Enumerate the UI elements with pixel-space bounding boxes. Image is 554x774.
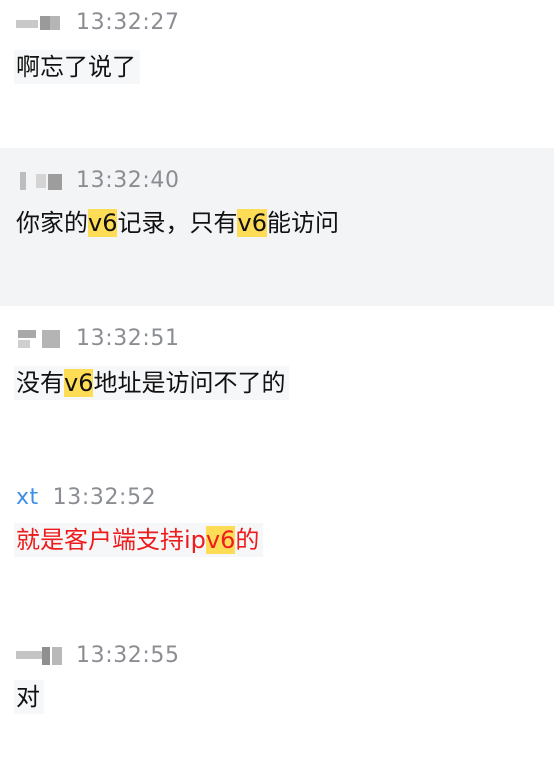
message-text: 啊忘了说了	[14, 50, 140, 84]
message-text: 你家的v6记录，只有v6能访问	[14, 206, 343, 240]
avatar	[16, 12, 64, 32]
message-timestamp: 13:32:52	[52, 484, 157, 510]
text-segment: 你家的	[16, 209, 88, 237]
chat-message[interactable]: 13:32:51 没有v6地址是访问不了的	[0, 306, 554, 466]
chat-message[interactable]: 13:32:55 对	[0, 626, 554, 774]
text-segment: 地址是访问不了的	[93, 369, 286, 397]
highlighted-keyword: v6	[64, 369, 94, 397]
avatar	[16, 170, 64, 190]
highlighted-keyword: v6	[88, 209, 118, 237]
text-segment: 就是客户端支持ip	[16, 526, 206, 554]
text-segment: 的	[235, 526, 260, 554]
message-header: 13:32:40	[16, 166, 180, 194]
message-text: 就是客户端支持ipv6的	[14, 523, 264, 557]
message-text: 没有v6地址是访问不了的	[14, 366, 290, 400]
message-timestamp: 13:32:40	[76, 167, 180, 193]
text-segment: 没有	[16, 369, 64, 397]
message-header: 13:32:27	[16, 8, 180, 36]
sender-name[interactable]: xt	[16, 485, 39, 510]
highlighted-keyword: v6	[205, 526, 236, 554]
text-segment: 对	[16, 683, 40, 711]
message-timestamp: 13:32:27	[76, 9, 180, 35]
message-timestamp: 13:32:51	[76, 325, 180, 351]
chat-message[interactable]: 13:32:27 啊忘了说了	[0, 0, 554, 148]
message-text: 对	[14, 680, 44, 714]
avatar	[16, 328, 64, 348]
text-segment: 能访问	[266, 209, 339, 237]
chat-history: 13:32:27 啊忘了说了 13:32:40 你家的v6记录，只有v6能访问 …	[0, 0, 554, 774]
avatar	[16, 645, 64, 665]
chat-message[interactable]: 13:32:40 你家的v6记录，只有v6能访问	[0, 148, 554, 306]
highlighted-keyword: v6	[237, 209, 267, 237]
text-segment: 记录，只有	[117, 209, 238, 237]
message-header: 13:32:55	[16, 641, 180, 669]
message-timestamp: 13:32:55	[76, 642, 180, 668]
chat-message[interactable]: xt 13:32:52 就是客户端支持ipv6的	[0, 466, 554, 626]
message-header: 13:32:51	[16, 324, 180, 352]
message-header: xt 13:32:52	[16, 483, 156, 511]
text-segment: 啊忘了说了	[16, 53, 136, 81]
